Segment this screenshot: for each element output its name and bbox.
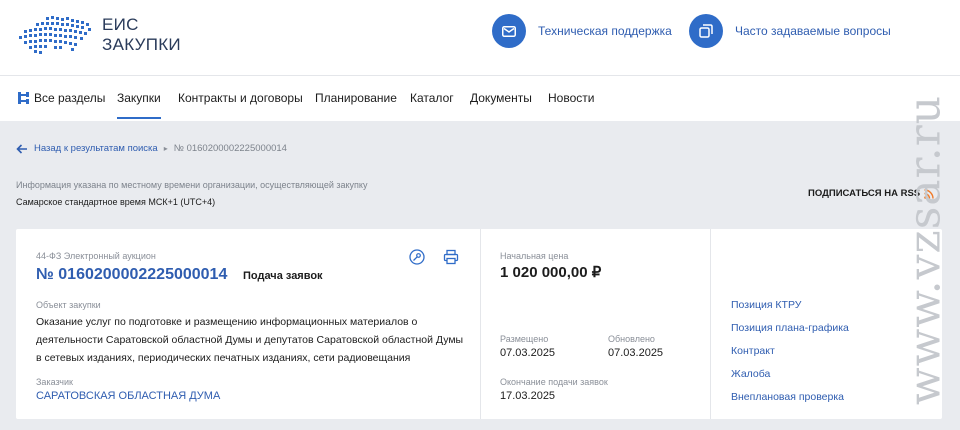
- link-complaint[interactable]: Жалоба: [731, 367, 849, 390]
- customer-label: Заказчик: [36, 377, 73, 387]
- column-divider: [710, 229, 711, 419]
- nav-all-sections[interactable]: Все разделы: [18, 91, 105, 105]
- purchase-number-link[interactable]: № 0160200002225000014: [36, 266, 227, 284]
- link-contract[interactable]: Контракт: [731, 344, 849, 367]
- price-value: 1 020 000,00 ₽: [500, 264, 602, 281]
- breadcrumb-current: № 0160200002225000014: [173, 143, 287, 154]
- nav-purchases[interactable]: Закупки: [117, 91, 161, 119]
- key-icon[interactable]: [409, 249, 425, 265]
- faq-icon: [689, 14, 723, 48]
- support-link[interactable]: Техническая поддержка: [492, 14, 672, 48]
- watermark-text: www.vzsar.ru: [899, 94, 951, 406]
- russia-map-icon: [19, 16, 91, 54]
- published-label: Размещено: [500, 334, 549, 344]
- breadcrumb: Назад к результатам поиска ▸ № 016020000…: [16, 143, 287, 154]
- object-label: Объект закупки: [36, 300, 101, 310]
- nav-catalog[interactable]: Каталог: [410, 91, 454, 105]
- law-type: 44-ФЗ Электронный аукцион: [36, 251, 156, 261]
- deadline-label: Окончание подачи заявок: [500, 377, 608, 387]
- arrow-left-icon[interactable]: [16, 143, 28, 154]
- chevron-right-icon: ▸: [163, 144, 168, 153]
- print-icon[interactable]: [443, 249, 459, 265]
- customer-link[interactable]: САРАТОВСКАЯ ОБЛАСТНАЯ ДУМА: [36, 390, 220, 402]
- link-ktru-position[interactable]: Позиция КТРУ: [731, 298, 849, 321]
- link-plan-schedule-position[interactable]: Позиция плана-графика: [731, 321, 849, 344]
- timezone-value: Самарское стандартное время МСК+1 (UTC+4…: [16, 197, 216, 207]
- nav-contracts[interactable]: Контракты и договоры: [178, 91, 303, 105]
- faq-label: Часто задаваемые вопросы: [735, 24, 891, 38]
- updated-date: 07.03.2025: [608, 347, 664, 359]
- nav-documents[interactable]: Документы: [470, 91, 532, 105]
- mail-icon: [492, 14, 526, 48]
- updated-label: Обновлено: [608, 334, 655, 344]
- link-unscheduled-inspection[interactable]: Внеплановая проверка: [731, 390, 849, 413]
- site-watermark: www.vzsar.ru: [900, 85, 951, 415]
- nav-all-label: Все разделы: [34, 91, 106, 105]
- published-date: 07.03.2025: [500, 347, 556, 359]
- price-label: Начальная цена: [500, 251, 569, 261]
- nav-news[interactable]: Новости: [548, 91, 594, 105]
- site-header: ЕИС ЗАКУПКИ Техническая поддержка Часто …: [0, 0, 960, 75]
- column-divider: [480, 229, 481, 419]
- logo-line-1: ЕИС: [102, 15, 139, 34]
- nav-planning[interactable]: Планирование: [315, 91, 397, 105]
- eis-logo[interactable]: ЕИС ЗАКУПКИ: [16, 14, 181, 56]
- logo-text: ЕИС ЗАКУПКИ: [102, 15, 181, 55]
- main-nav: Все разделы Закупки Контракты и договоры…: [0, 75, 960, 121]
- support-label: Техническая поддержка: [538, 24, 672, 38]
- logo-line-2: ЗАКУПКИ: [102, 35, 181, 54]
- timezone-note: Информация указана по местному времени о…: [16, 180, 368, 190]
- purchase-stage: Подача заявок: [243, 270, 323, 282]
- object-text: Оказание услуг по подготовке и размещени…: [36, 316, 464, 364]
- purchase-card: 44-ФЗ Электронный аукцион № 016020000222…: [16, 229, 942, 419]
- related-links: Позиция КТРУ Позиция плана-графика Контр…: [731, 298, 849, 413]
- deadline-date: 17.03.2025: [500, 390, 556, 402]
- back-to-results-link[interactable]: Назад к результатам поиска: [34, 143, 158, 154]
- faq-link[interactable]: Часто задаваемые вопросы: [689, 14, 891, 48]
- sections-tree-icon: [18, 92, 29, 104]
